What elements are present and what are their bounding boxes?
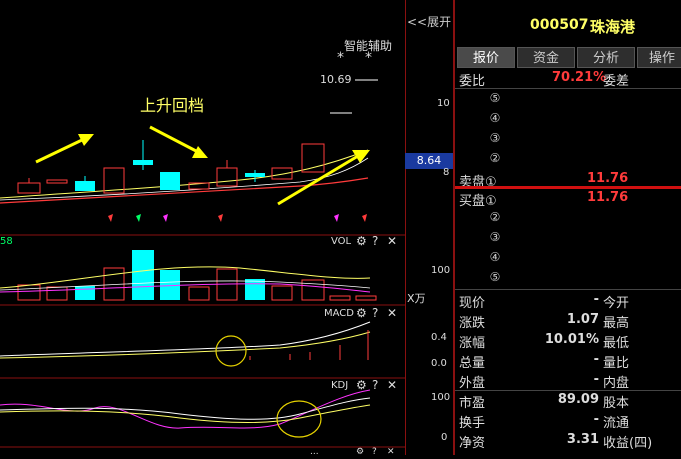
trend-annotation: 上升回档 — [140, 96, 205, 115]
kdj-axis-tick-2: 0 — [441, 432, 448, 443]
stat-value-1: 1.07 — [566, 312, 599, 327]
bottom-gear-icon[interactable]: ⚙ — [356, 447, 364, 457]
signal-marks — [108, 214, 367, 222]
tab-operate[interactable]: 操作 — [637, 47, 681, 68]
buy1-label: 买盘① — [459, 194, 497, 209]
stat-label-3: 总量 — [459, 356, 486, 371]
stat-label2-0: 今开 — [603, 296, 630, 311]
stat-value-0: - — [593, 292, 599, 307]
vol-help-icon[interactable]: ? — [372, 234, 378, 248]
tab-quote[interactable]: 报价 — [457, 47, 515, 68]
buy-level-4: ④ — [489, 250, 501, 264]
stat-value-7: 3.31 — [566, 432, 599, 447]
macd-close-icon[interactable]: ✕ — [387, 306, 397, 320]
bid-ask-divider — [455, 186, 681, 189]
kdj-gear-icon[interactable]: ⚙ — [356, 378, 367, 392]
stat-value-3: - — [593, 352, 599, 367]
star-mark-1: * — [337, 50, 344, 66]
macd-axis-tick-2: 0.0 — [431, 358, 447, 369]
buy-level-2: ② — [489, 210, 501, 224]
kline-chart-area[interactable]: 智能辅助 * * 10.69 上升回档 58 VOL ⚙ ? ✕ MACD ⚙ … — [0, 0, 405, 457]
kdj-indicator-label: KDJ — [331, 380, 349, 391]
tab-funds[interactable]: 资金 — [517, 47, 575, 68]
stock-name: 珠海港 — [590, 18, 636, 36]
quote-panel: 000507 珠海港 报价 资金 分析 操作 委比 70.21% 委差 ⑤ ④ … — [455, 0, 681, 455]
stat-value-5: 89.09 — [557, 392, 599, 407]
buy-level-3: ③ — [489, 230, 501, 244]
stat-value-4: - — [593, 372, 599, 387]
vol-axis-tick: 100 — [431, 265, 451, 276]
stat-label-0: 现价 — [459, 296, 486, 311]
macd-axis-tick-1: 0.4 — [431, 332, 447, 343]
macd-help-icon[interactable]: ? — [372, 306, 378, 320]
vol-left-value: 58 — [0, 236, 13, 247]
stat-label-2: 涨幅 — [459, 336, 486, 351]
axis-border — [405, 0, 453, 455]
tab-analysis[interactable]: 分析 — [577, 47, 635, 68]
star-mark-2: * — [365, 50, 372, 66]
vol-gear-icon[interactable]: ⚙ — [356, 234, 367, 248]
sell-level-5: ⑤ — [489, 91, 501, 105]
stat-label2-4: 内盘 — [603, 376, 630, 391]
bottom-help-icon[interactable]: ? — [372, 447, 377, 457]
kdj-close-icon[interactable]: ✕ — [387, 378, 397, 392]
stat-label-5: 市盈 — [459, 396, 486, 411]
stat-label2-5: 股本 — [603, 396, 630, 411]
vol-unit: X万 — [407, 292, 426, 305]
buy-level-5: ⑤ — [489, 270, 501, 284]
vol-indicator-label: VOL — [331, 236, 352, 247]
bottom-indicator-label: ... — [310, 447, 319, 457]
stat-label-1: 涨跌 — [459, 316, 486, 331]
separator-line-2 — [455, 289, 681, 290]
price-axis: <<展开 10 8.64 8 100 X万 0.4 0.0 100 0 — [405, 0, 453, 455]
stats-separator — [455, 390, 681, 391]
kdj-help-icon[interactable]: ? — [372, 378, 378, 392]
sell1-price: 11.76 — [587, 171, 629, 186]
stat-label-6: 换手 — [459, 416, 486, 431]
sell-level-4: ④ — [489, 111, 501, 125]
stat-label2-6: 流通 — [603, 416, 630, 431]
stat-value-6: - — [593, 412, 599, 427]
wei-bi-label: 委比 — [459, 74, 486, 89]
macd-indicator-label: MACD — [324, 308, 354, 319]
vol-close-icon[interactable]: ✕ — [387, 234, 397, 248]
buy1-price: 11.76 — [587, 190, 629, 205]
ma-line-yellow — [0, 149, 369, 199]
volume-bars — [17, 250, 377, 301]
stat-label2-2: 最低 — [603, 336, 630, 351]
kdj-axis-tick-1: 100 — [431, 392, 451, 403]
kdj-highlight-circle — [276, 400, 322, 438]
wei-cha-label: 委差 — [603, 74, 630, 89]
axis-tick-10: 10 — [437, 98, 450, 109]
stat-label2-3: 量比 — [603, 356, 630, 371]
expand-button[interactable]: <<展开 — [407, 13, 451, 30]
sell-level-3: ③ — [489, 131, 501, 145]
price-label: 10.69 — [320, 73, 352, 86]
macd-gear-icon[interactable]: ⚙ — [356, 306, 367, 320]
stat-label-4: 外盘 — [459, 376, 486, 391]
wei-bi-value: 70.21% — [552, 70, 607, 85]
stock-code: 000507 — [530, 17, 589, 33]
stat-label2-1: 最高 — [603, 316, 630, 331]
axis-tick-8: 8 — [443, 167, 450, 178]
stat-value-2: 10.01% — [544, 332, 599, 347]
bottom-close-icon[interactable]: ✕ — [387, 447, 395, 457]
sell-level-2: ② — [489, 151, 501, 165]
separator-line — [455, 88, 681, 89]
stat-label2-7: 收益(四) — [603, 436, 653, 451]
stat-label-7: 净资 — [459, 436, 486, 451]
